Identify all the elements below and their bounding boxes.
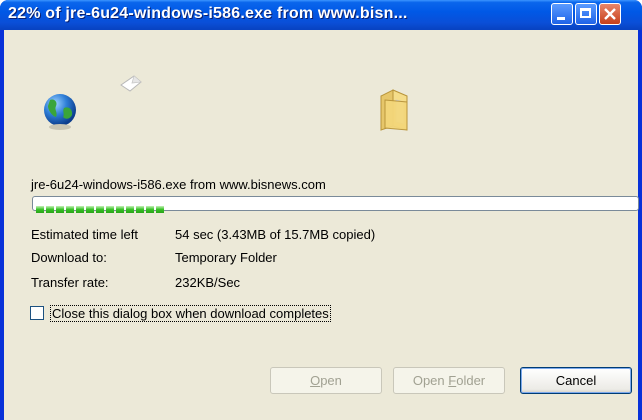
open-label-rest: pen bbox=[320, 373, 342, 388]
window-title: 22% of jre-6u24-windows-i586.exe from ww… bbox=[8, 5, 408, 22]
close-on-complete-label[interactable]: Close this dialog box when download comp… bbox=[50, 305, 331, 322]
open-folder-button[interactable]: Open Folder bbox=[393, 367, 505, 394]
minimize-button[interactable] bbox=[551, 3, 573, 25]
transfer-rate-value: 232KB/Sec bbox=[175, 275, 241, 290]
open-mnemonic: O bbox=[310, 373, 321, 388]
close-on-complete-checkbox[interactable] bbox=[30, 306, 44, 320]
download-dialog: 22% of jre-6u24-windows-i586.exe from ww… bbox=[0, 0, 642, 420]
open-folder-rest: older bbox=[456, 373, 486, 388]
title-bar[interactable]: 22% of jre-6u24-windows-i586.exe from ww… bbox=[0, 0, 642, 30]
open-button[interactable]: Open bbox=[270, 367, 382, 394]
flying-paper-icon bbox=[120, 75, 142, 92]
transfer-rate-label: Transfer rate: bbox=[31, 275, 109, 290]
progress-fill bbox=[36, 200, 166, 213]
progress-block bbox=[56, 206, 64, 213]
download-progress-bar bbox=[32, 196, 639, 213]
estimated-time-value: 54 sec (3.43MB of 15.7MB copied) bbox=[175, 227, 376, 242]
folder-icon bbox=[380, 89, 408, 131]
estimated-time-label: Estimated time left bbox=[31, 227, 138, 242]
download-to-value: Temporary Folder bbox=[175, 250, 277, 265]
progress-block bbox=[116, 206, 124, 213]
dialog-body: jre-6u24-windows-i586.exe from www.bisne… bbox=[4, 30, 639, 420]
progress-block bbox=[76, 206, 84, 213]
progress-block bbox=[136, 206, 144, 213]
progress-block bbox=[146, 206, 154, 213]
open-folder-prefix: Open bbox=[412, 373, 449, 388]
progress-block bbox=[86, 206, 94, 213]
close-button[interactable] bbox=[599, 3, 621, 25]
progress-block bbox=[106, 206, 114, 213]
globe-icon bbox=[44, 94, 76, 130]
progress-block bbox=[36, 206, 44, 213]
progress-block bbox=[46, 206, 54, 213]
file-source-label: jre-6u24-windows-i586.exe from www.bisne… bbox=[31, 177, 326, 192]
progress-block bbox=[66, 206, 74, 213]
progress-block bbox=[156, 206, 164, 213]
cancel-button[interactable]: Cancel bbox=[520, 367, 632, 394]
maximize-button[interactable] bbox=[575, 3, 597, 25]
close-icon bbox=[604, 8, 616, 20]
progress-block bbox=[96, 206, 104, 213]
download-to-label: Download to: bbox=[31, 250, 107, 265]
progress-block bbox=[126, 206, 134, 213]
